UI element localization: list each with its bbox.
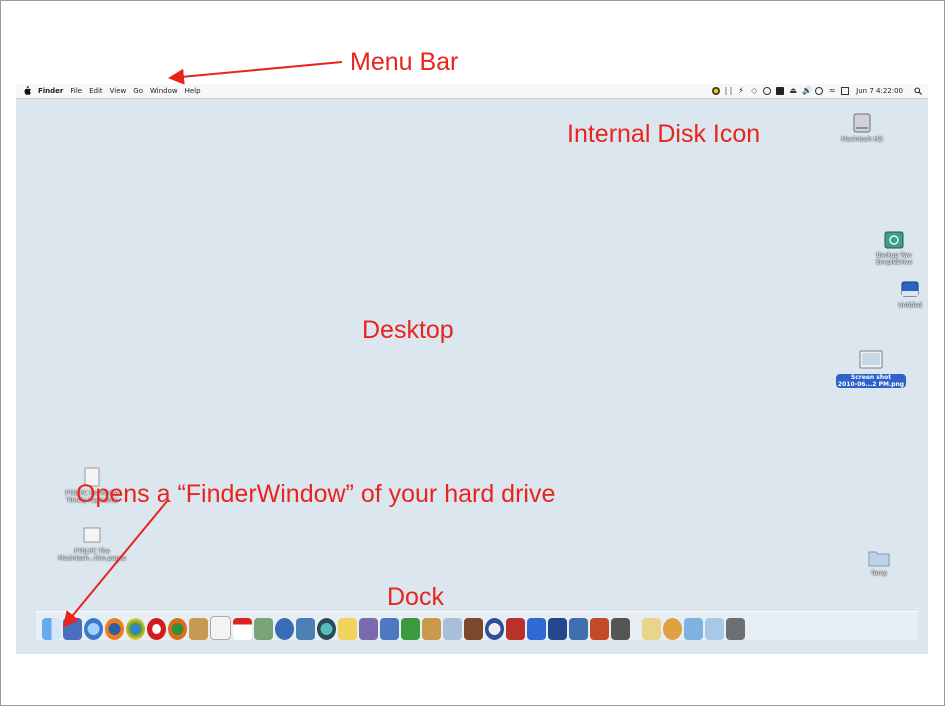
unlabeled-drive-icon[interactable]: Untitled: [890, 280, 928, 309]
menu-help[interactable]: Help: [185, 87, 201, 95]
status-app-icon[interactable]: [712, 87, 721, 95]
printer-dock-icon[interactable]: [611, 618, 630, 640]
unlabeled-drive-label: Untitled: [898, 302, 922, 309]
book-dock-icon[interactable]: [548, 618, 567, 640]
status-bars-icon[interactable]: [725, 87, 733, 95]
finder-dock-icon[interactable]: [42, 618, 61, 640]
internal-disk-annotation: Internal Disk Icon: [567, 120, 761, 148]
notebook-dock-icon[interactable]: [189, 618, 208, 640]
time-machine-icon[interactable]: [815, 87, 824, 95]
wifi-icon[interactable]: ≈: [828, 87, 836, 95]
textedit-dock-icon[interactable]: [210, 616, 231, 640]
screenshot-file-icon[interactable]: Screen shot 2010-06...2 PM.png: [834, 348, 908, 388]
menu-finder[interactable]: Finder: [38, 87, 63, 95]
drive-icon: [901, 281, 919, 297]
pdf-doc-2-icon[interactable]: PTSLPC The Macintosh...tion.pages: [52, 524, 132, 562]
mail-dock-icon[interactable]: [63, 618, 82, 640]
preview-dock-icon[interactable]: [527, 618, 546, 640]
desktop-annotation: Desktop: [362, 316, 454, 344]
time-machine-dock-icon[interactable]: [317, 618, 336, 640]
bucket-dock-icon[interactable]: [422, 618, 441, 640]
document-icon: [83, 527, 101, 543]
menu-extras: ⚡ ◇ ⏏ 🔊 ≈ Jun 7 4:22:00: [712, 84, 922, 98]
grid-app-icon[interactable]: [776, 87, 785, 95]
temp-folder-label: Temp: [871, 570, 887, 577]
dock: [36, 611, 918, 640]
game-dock-icon[interactable]: [464, 618, 483, 640]
trash-dock-icon[interactable]: [726, 618, 745, 640]
opens-finder-annotation: Opens a “FinderWindow” of your hard driv…: [76, 480, 556, 508]
hard-drive-icon: [853, 113, 871, 133]
backup-drive-label: Backup Two SimpleDrive: [875, 252, 913, 266]
itunes-dock-icon[interactable]: [275, 618, 294, 640]
c-app-dock-icon[interactable]: [506, 618, 525, 640]
safari-dock-icon[interactable]: [84, 618, 103, 640]
spotlight-search-icon[interactable]: [914, 87, 922, 95]
menu-window[interactable]: Window: [150, 87, 178, 95]
menu-edit[interactable]: Edit: [89, 87, 103, 95]
volume-icon[interactable]: 🔊: [802, 87, 812, 95]
pdf-doc-2-label: PTSLPC The Macintosh...tion.pages: [58, 548, 126, 562]
ical-dock-icon[interactable]: [233, 618, 252, 640]
screenshot-file-label: Screen shot 2010-06...2 PM.png: [835, 374, 907, 388]
backup-drive-icon[interactable]: Backup Two SimpleDrive: [864, 230, 924, 266]
opera-dock-icon[interactable]: [147, 618, 166, 640]
app-dock-icon[interactable]: [443, 618, 462, 640]
photo-app-dock-icon[interactable]: [296, 618, 315, 640]
backup-disk-icon: [884, 231, 904, 249]
smiley-dock-icon[interactable]: [663, 618, 682, 640]
compass-dock-icon[interactable]: [485, 618, 504, 640]
eject-icon[interactable]: ⏏: [789, 87, 797, 95]
pencil-dock-icon[interactable]: [359, 618, 378, 640]
menu-file[interactable]: File: [70, 87, 82, 95]
macintosh-hd-icon[interactable]: Macintosh HD: [834, 112, 890, 143]
menu-bar: Finder File Edit View Go Window Help ⚡ ◇…: [16, 84, 928, 99]
image-file-icon: [859, 350, 883, 369]
apple-menu-icon[interactable]: [22, 86, 32, 96]
menu-bar-annotation: Menu Bar: [350, 48, 459, 76]
chrome-dock-icon[interactable]: [126, 618, 145, 640]
battery-bolt-icon[interactable]: ⚡: [737, 87, 745, 95]
folder-dock-icon[interactable]: [705, 618, 724, 640]
folder-icon: [868, 551, 890, 567]
menu-go[interactable]: Go: [133, 87, 143, 95]
diamond-icon[interactable]: ◇: [750, 87, 758, 95]
mac-screen: Finder File Edit View Go Window Help ⚡ ◇…: [16, 84, 928, 654]
dock-annotation: Dock: [387, 583, 444, 611]
sync-icon[interactable]: [763, 87, 772, 95]
firefox-dock-icon[interactable]: [105, 618, 124, 640]
menu-clock[interactable]: Jun 7 4:22:00: [856, 87, 903, 95]
downloads-folder-dock-icon[interactable]: [684, 618, 703, 640]
dashboard-dock-icon[interactable]: [569, 618, 588, 640]
keynote-dock-icon[interactable]: [380, 618, 399, 640]
stickies-dock-icon[interactable]: [338, 618, 357, 640]
iphoto-dock-icon[interactable]: [254, 618, 273, 640]
t-app-dock-icon[interactable]: [590, 618, 609, 640]
document-dock-icon[interactable]: [642, 618, 661, 640]
browser-dock-icon[interactable]: [168, 618, 187, 640]
temp-folder-icon[interactable]: Temp: [856, 548, 902, 577]
macintosh-hd-label: Macintosh HD: [841, 136, 883, 143]
menu-view[interactable]: View: [110, 87, 127, 95]
numbers-dock-icon[interactable]: [401, 618, 420, 640]
display-icon[interactable]: [841, 87, 850, 95]
